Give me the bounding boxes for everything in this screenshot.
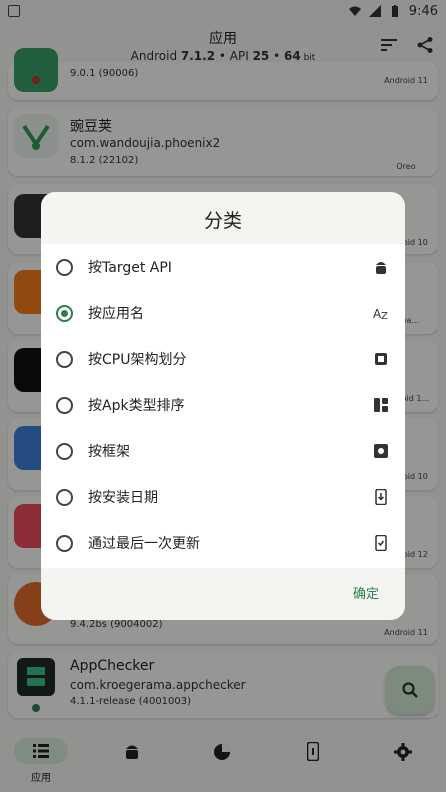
- option-label: 按CPU架构划分: [88, 352, 187, 368]
- dashboard-icon: [374, 398, 388, 412]
- radio-button[interactable]: [56, 350, 73, 368]
- option-framework[interactable]: 按框架: [41, 428, 405, 474]
- option-cpu-arch[interactable]: 按CPU架构划分: [41, 336, 405, 382]
- radio-button[interactable]: [56, 442, 73, 460]
- option-label: 按Apk类型排序: [88, 398, 185, 414]
- chip-icon: [375, 353, 387, 365]
- option-label: 按Target API: [88, 260, 172, 276]
- option-label: 按安装日期: [88, 490, 158, 506]
- option-label: 按框架: [88, 444, 130, 460]
- sort-options: 按Target API 按应用名 AZ 按CPU架构划分 按Apk类型排序 按框…: [41, 244, 405, 568]
- sort-dialog: 分类 按Target API 按应用名 AZ 按CPU架构划分 按Apk类型排序…: [41, 192, 405, 620]
- phone-check-icon: [375, 535, 387, 551]
- confirm-button[interactable]: 确定: [353, 583, 379, 602]
- install-date-icon: [375, 489, 387, 505]
- option-app-name[interactable]: 按应用名 AZ: [41, 290, 405, 336]
- radio-button[interactable]: [56, 396, 73, 414]
- sort-alpha-icon: AZ: [373, 307, 388, 321]
- option-label: 通过最后一次更新: [88, 536, 200, 552]
- option-target-api[interactable]: 按Target API: [41, 244, 405, 290]
- option-apk-type[interactable]: 按Apk类型排序: [41, 382, 405, 428]
- option-install-date[interactable]: 按安装日期: [41, 474, 405, 520]
- option-last-update[interactable]: 通过最后一次更新: [41, 520, 405, 566]
- radio-button[interactable]: [56, 258, 73, 276]
- svg-text:Z: Z: [381, 311, 388, 321]
- option-label: 按应用名: [88, 306, 144, 322]
- radio-button[interactable]: [56, 488, 73, 506]
- radio-button-selected[interactable]: [56, 304, 73, 322]
- android-head-icon: [376, 262, 386, 274]
- dialog-title: 分类: [203, 210, 242, 232]
- radio-button[interactable]: [56, 534, 73, 552]
- framework-icon: [374, 444, 388, 458]
